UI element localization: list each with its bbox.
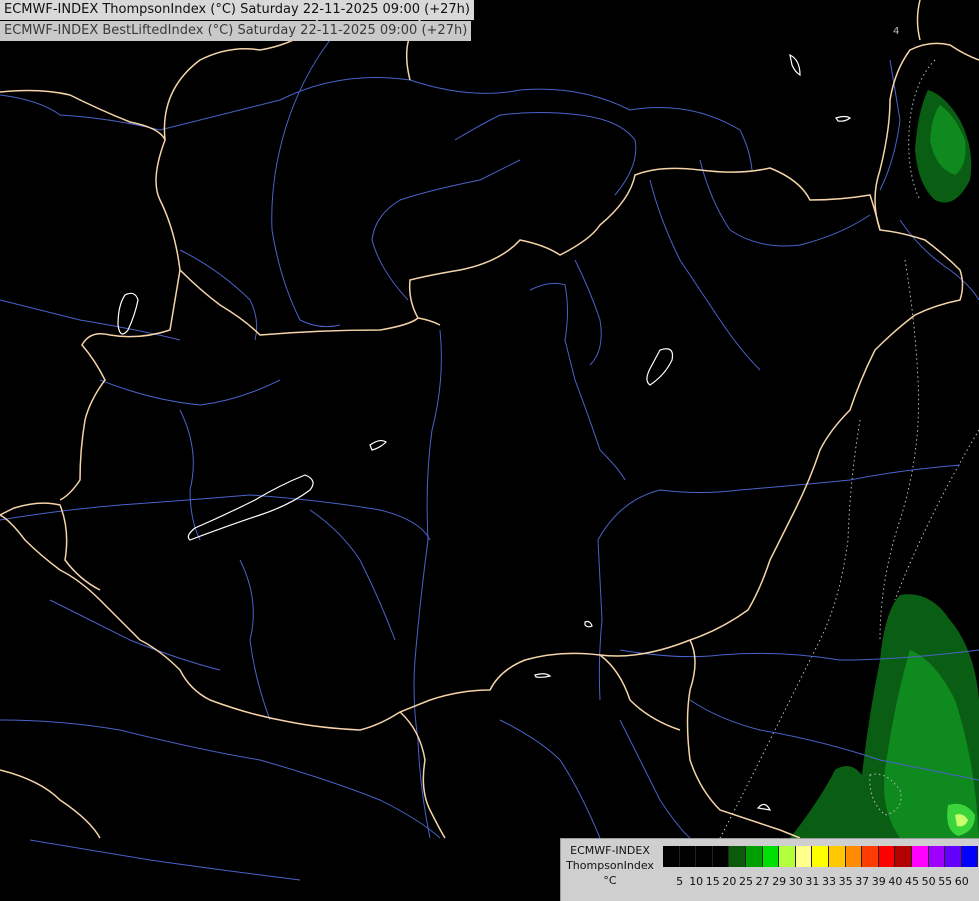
legend-swatch	[845, 846, 863, 867]
legend-tick-label: 45	[905, 875, 919, 888]
legend-swatch	[961, 846, 979, 867]
legend-tick-label: 10	[689, 875, 704, 888]
legend-tick-label: 29	[772, 875, 787, 888]
legend-swatch	[712, 846, 730, 867]
legend-tick-label: 60	[954, 875, 969, 888]
map-title-best-lifted-index: ECMWF-INDEX BestLiftedIndex (°C) Saturda…	[0, 21, 472, 41]
legend-swatch	[795, 846, 813, 867]
legend-tick-label: 40	[888, 875, 903, 888]
legend-swatch	[745, 846, 763, 867]
legend-tick-label: 20	[722, 875, 737, 888]
legend-swatch	[878, 846, 896, 867]
legend-tick-label: 30	[788, 875, 803, 888]
legend-swatch	[663, 846, 680, 867]
legend-caption-unit: °C	[603, 874, 617, 887]
legend-caption: ECMWF-INDEX ThompsonIndex °C	[561, 843, 659, 888]
legend-tick-label: 35	[838, 875, 853, 888]
legend-tick-label: 50	[921, 875, 936, 888]
legend-swatch	[945, 846, 962, 867]
legend-swatch	[911, 846, 929, 867]
legend-swatch	[828, 846, 846, 867]
legend-tick-label: 37	[855, 875, 870, 888]
legend-tick-label: 31	[805, 875, 820, 888]
legend-swatch	[696, 846, 713, 867]
legend-tick-label: 25	[739, 875, 753, 888]
legend-tick-label: 55	[938, 875, 953, 888]
map-background	[0, 0, 979, 900]
legend-tick-labels: 5 10 15 20 25 27 29 30 31 33 35 37 39 40 45 50 55 60	[663, 875, 979, 889]
legend-swatch	[812, 846, 829, 867]
legend-tick-label: 15	[705, 875, 720, 888]
contour-label: 4	[893, 26, 899, 37]
legend-tick-label: 33	[822, 875, 836, 888]
map-title-thompson-index: ECMWF-INDEX ThompsonIndex (°C) Saturday …	[0, 0, 474, 20]
legend-swatch	[729, 846, 746, 867]
color-legend: ECMWF-INDEX ThompsonIndex °C 5 10 15 20 25 27…	[560, 838, 979, 901]
legend-caption-model: ECMWF-INDEX	[570, 844, 650, 857]
legend-swatch	[862, 846, 879, 867]
legend-swatch	[895, 846, 912, 867]
legend-tick-label: 5	[676, 875, 684, 888]
legend-swatch	[779, 846, 796, 867]
legend-color-bar	[663, 846, 979, 867]
legend-swatch	[762, 846, 780, 867]
legend-caption-parameter: ThompsonIndex	[566, 859, 654, 872]
legend-swatch	[679, 846, 697, 867]
weather-map: 4	[0, 0, 979, 900]
legend-swatch	[928, 846, 946, 867]
legend-tick-label: 39	[871, 875, 886, 888]
legend-tick-label: 27	[755, 875, 770, 888]
